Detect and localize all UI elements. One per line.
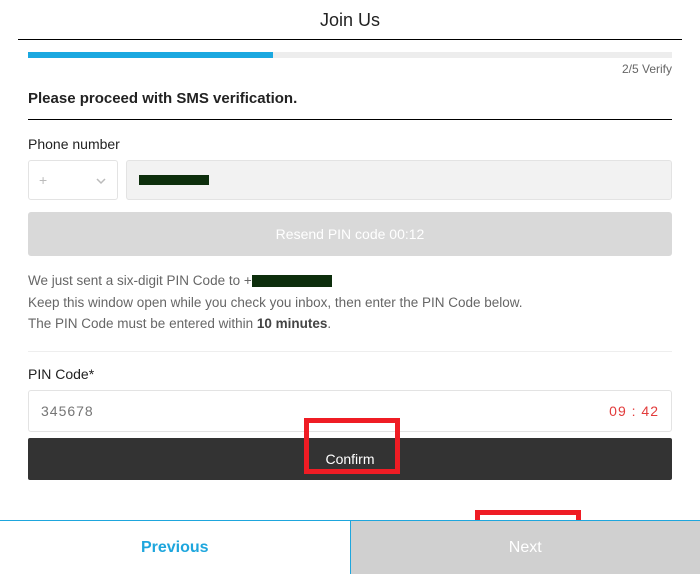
pin-code-input[interactable] bbox=[41, 403, 241, 419]
info-line1-prefix: We just sent a six-digit PIN Code to + bbox=[28, 273, 252, 288]
phone-label: Phone number bbox=[28, 136, 672, 152]
title-divider bbox=[18, 39, 682, 40]
country-code-prefix: + bbox=[39, 172, 47, 188]
country-code-select[interactable]: + bbox=[28, 160, 118, 200]
info-line3-bold: 10 minutes bbox=[257, 316, 328, 331]
wizard-footer: Previous Next bbox=[0, 520, 700, 574]
pin-code-label: PIN Code* bbox=[28, 366, 672, 382]
redacted-recipient bbox=[252, 275, 332, 287]
step-indicator: 2/5 Verify bbox=[28, 62, 672, 76]
next-button[interactable]: Next bbox=[351, 521, 700, 574]
progress-fill bbox=[28, 52, 273, 58]
section-divider bbox=[28, 351, 672, 352]
info-text: We just sent a six-digit PIN Code to + K… bbox=[28, 270, 672, 335]
resend-pin-button[interactable]: Resend PIN code 00:12 bbox=[28, 212, 672, 256]
section-heading: Please proceed with SMS verification. bbox=[28, 90, 672, 120]
progress-bar bbox=[28, 52, 672, 58]
pin-input-container: 09 : 42 bbox=[28, 390, 672, 432]
chevron-down-icon bbox=[95, 174, 107, 186]
info-line3-prefix: The PIN Code must be entered within bbox=[28, 316, 257, 331]
countdown-timer: 09 : 42 bbox=[609, 403, 659, 419]
info-line3-suffix: . bbox=[327, 316, 331, 331]
page-title: Join Us bbox=[0, 0, 700, 39]
redacted-phone bbox=[139, 175, 209, 185]
info-line2: Keep this window open while you check yo… bbox=[28, 292, 672, 314]
phone-number-input[interactable] bbox=[126, 160, 672, 200]
previous-button[interactable]: Previous bbox=[0, 521, 351, 574]
confirm-button[interactable]: Confirm bbox=[28, 438, 672, 480]
